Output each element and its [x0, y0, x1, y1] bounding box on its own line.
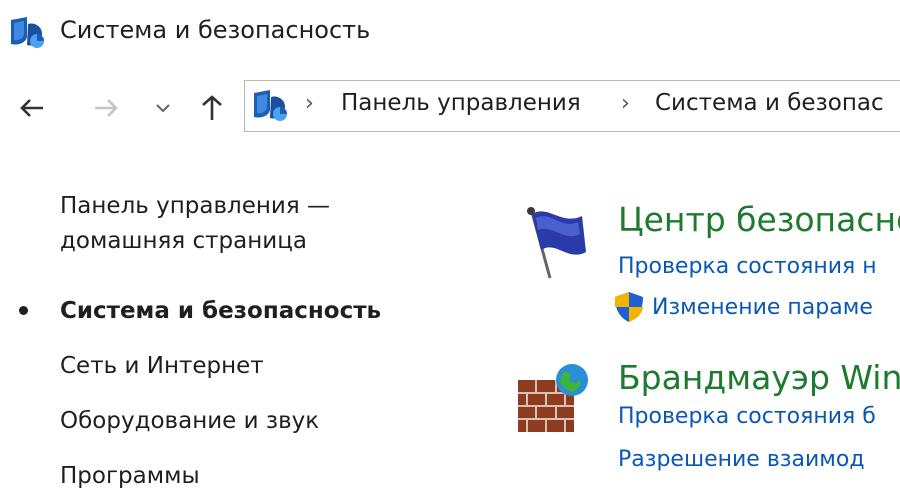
control-panel-icon [11, 17, 44, 48]
change-settings-link[interactable]: Изменение параме [652, 295, 873, 320]
sidebar-item-home-line2[interactable]: домашняя страница [60, 223, 307, 259]
allow-app-link[interactable]: Разрешение взаимод [618, 447, 865, 472]
title-bar: Система и безопасность [0, 0, 900, 62]
arrow-up-icon [202, 95, 222, 120]
firewall-heading[interactable]: Брандмауэр Win [618, 358, 900, 397]
sidebar-item-home-line1[interactable]: Панель управления — [60, 188, 330, 224]
security-center-heading[interactable]: Центр безопасно [618, 200, 900, 239]
check-status-link[interactable]: Проверка состояния н [618, 254, 877, 279]
address-bar[interactable]: › Панель управления › Система и безопас [244, 80, 900, 132]
window-title: Система и безопасность [60, 16, 371, 44]
flag-icon [527, 207, 586, 279]
sidebar-item-programs[interactable]: Программы [60, 458, 200, 494]
breadcrumb-control-panel[interactable]: Панель управления [341, 90, 581, 116]
sidebar-item-hardware-sound[interactable]: Оборудование и звук [60, 403, 319, 439]
firewall-icon [518, 364, 588, 432]
back-button[interactable] [10, 88, 54, 128]
forward-button[interactable] [84, 88, 128, 128]
up-button[interactable] [192, 88, 232, 128]
breadcrumb-system-security[interactable]: Система и безопас [655, 90, 884, 116]
current-item-bullet [19, 306, 28, 315]
arrow-right-icon [95, 99, 118, 117]
uac-shield-icon [615, 292, 643, 322]
navigation-bar: › Панель управления › Система и безопас [0, 80, 900, 136]
chevron-down-icon [156, 104, 170, 113]
breadcrumb-separator-icon[interactable]: › [621, 91, 630, 116]
recent-locations-button[interactable] [148, 88, 178, 128]
change-settings-row: Изменение параме [612, 290, 873, 324]
arrow-left-icon [20, 99, 43, 117]
control-panel-icon [254, 90, 287, 121]
breadcrumb-separator-icon[interactable]: › [305, 91, 314, 116]
sidebar-item-network[interactable]: Сеть и Интернет [60, 348, 264, 384]
sidebar-item-system-security: Система и безопасность [60, 298, 382, 324]
firewall-check-status-link[interactable]: Проверка состояния б [618, 404, 876, 429]
